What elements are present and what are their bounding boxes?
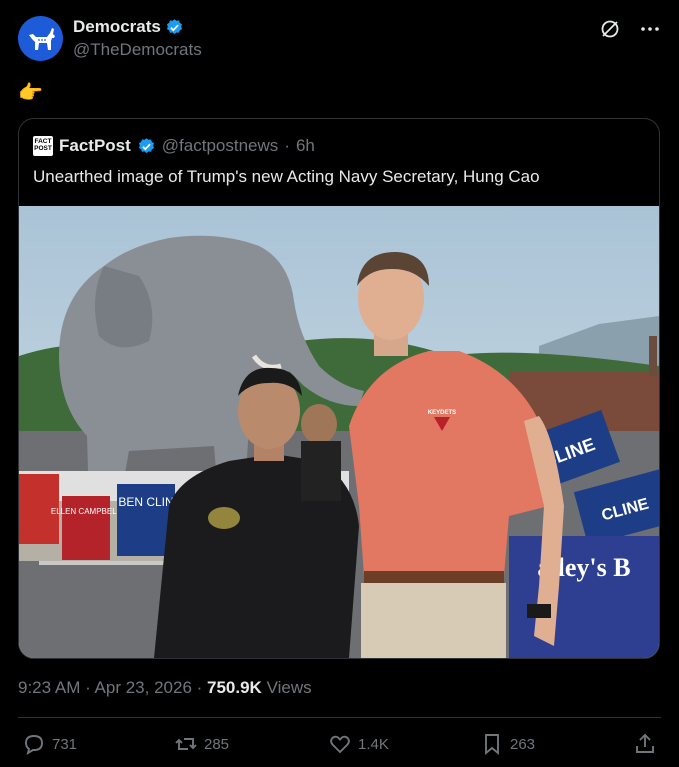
quote-photo[interactable]: ELLEN CAMPBELL BEN CLIN CLINE CLINE alle… xyxy=(19,206,659,658)
more-icon[interactable] xyxy=(639,18,661,40)
repost-icon xyxy=(175,738,197,750)
grok-icon[interactable] xyxy=(599,18,621,40)
quote-text: Unearthed image of Trump's new Acting Na… xyxy=(33,167,540,186)
quote-author-handle[interactable]: @factpostnews xyxy=(162,136,278,156)
factpost-logo: FACT POST xyxy=(33,136,53,156)
quote-author-name[interactable]: FactPost xyxy=(59,136,131,156)
bookmark-icon xyxy=(485,734,499,756)
donkey-logo-icon xyxy=(28,27,55,50)
like-icon xyxy=(330,735,350,754)
bookmark-button[interactable]: 263 xyxy=(480,732,535,756)
shirt-logo-text: KEYDETS xyxy=(428,410,456,416)
quoted-post[interactable]: FACT POST FactPost @factpostnews · 6h Un… xyxy=(18,118,660,659)
author-name-row[interactable]: Democrats xyxy=(73,17,202,37)
share-button[interactable] xyxy=(633,732,657,756)
views-label: Views xyxy=(261,678,312,697)
sign-text: ELLEN CAMPBELL xyxy=(51,507,122,516)
quote-time[interactable]: 6h xyxy=(296,136,315,156)
divider xyxy=(18,717,661,718)
post-text: 👉 xyxy=(18,82,43,104)
post-time[interactable]: 9:23 AM xyxy=(18,678,80,697)
quote-separator: · xyxy=(284,136,290,155)
repost-count: 285 xyxy=(204,735,230,753)
post-header: Democrats @TheDemocrats xyxy=(18,16,661,62)
repost-button[interactable]: 285 xyxy=(174,732,229,756)
share-icon xyxy=(636,733,654,753)
reply-button[interactable]: 731 xyxy=(22,732,77,756)
verified-badge-icon xyxy=(166,18,182,34)
reply-count: 731 xyxy=(52,735,78,753)
avatar[interactable] xyxy=(18,16,63,61)
like-button[interactable]: 1.4K xyxy=(328,732,389,756)
views-count[interactable]: 750.9K xyxy=(207,678,262,697)
photo-illustration: ELLEN CAMPBELL BEN CLIN CLINE CLINE alle… xyxy=(19,206,659,658)
post-date[interactable]: Apr 23, 2026 xyxy=(95,678,192,697)
author-name[interactable]: Democrats xyxy=(73,17,161,37)
sign-text: BEN CLIN xyxy=(118,495,173,509)
verified-badge-icon xyxy=(138,137,154,153)
like-count: 1.4K xyxy=(358,735,389,753)
post-meta: 9:23 AM · Apr 23, 2026 · 750.9K Views xyxy=(18,678,312,698)
meta-separator: · xyxy=(191,678,208,697)
action-bar: 731 285 1.4K 263 xyxy=(18,732,661,760)
author-handle[interactable]: @TheDemocrats xyxy=(73,40,202,60)
bookmark-count: 263 xyxy=(510,735,536,753)
reply-icon xyxy=(25,735,43,755)
meta-separator: · xyxy=(80,678,95,697)
